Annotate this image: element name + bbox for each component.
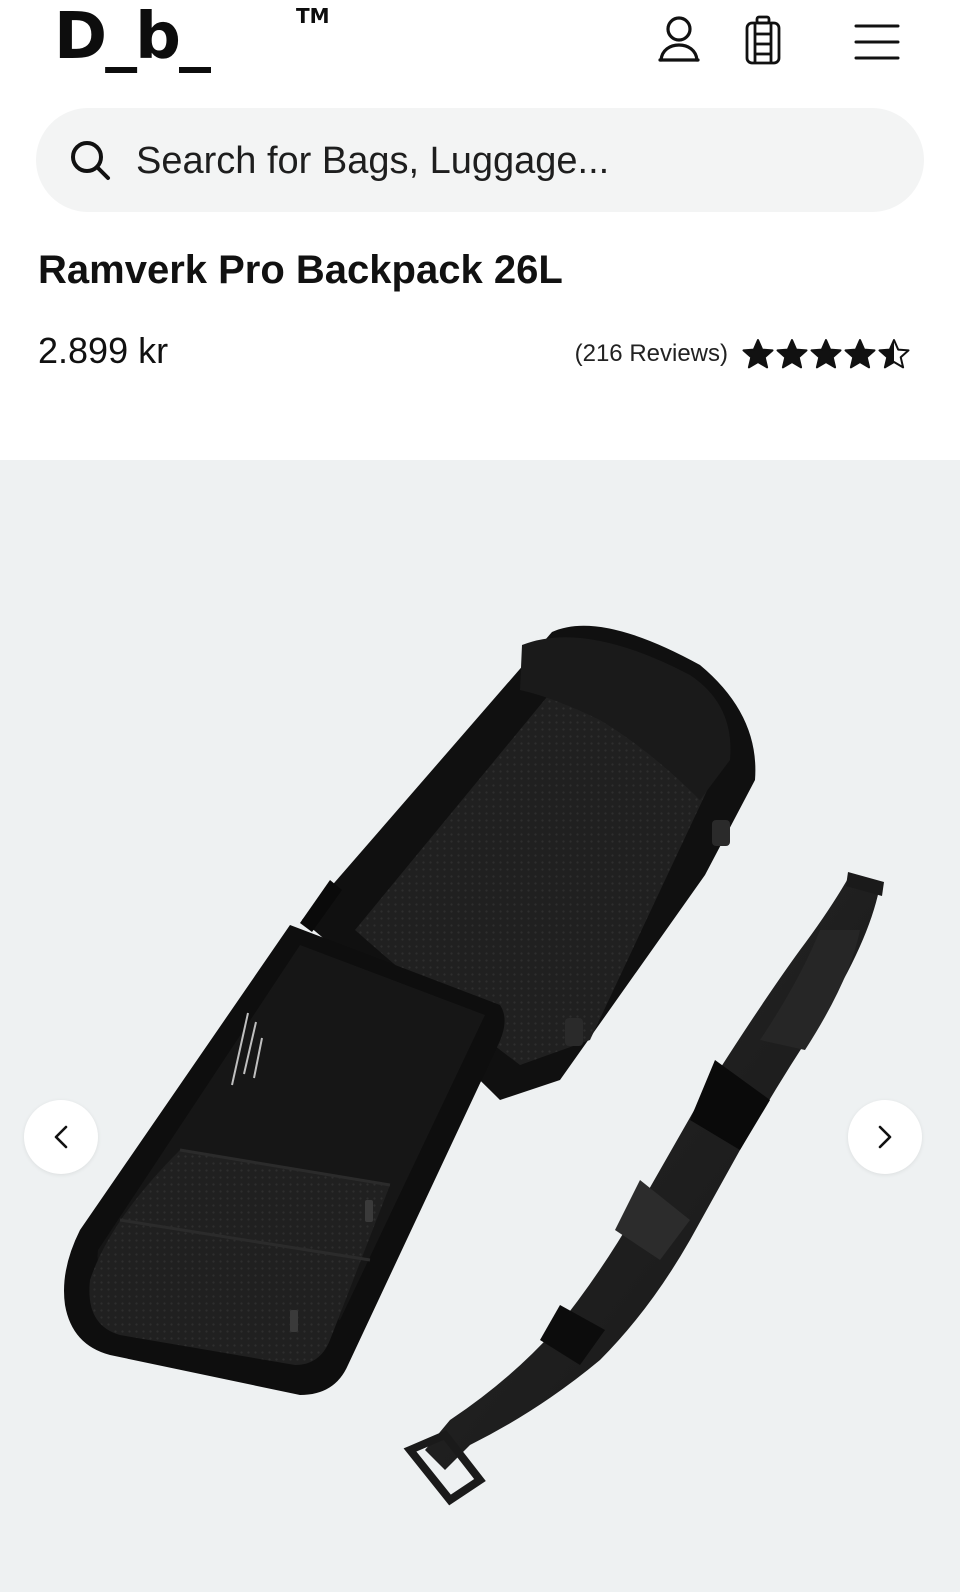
star-half-icon — [878, 339, 910, 369]
product-price: 2.899 kr — [38, 330, 169, 371]
search-input[interactable] — [134, 132, 878, 190]
star-full-icon — [810, 339, 842, 369]
menu-icon[interactable] — [852, 14, 902, 66]
star-full-icon — [776, 339, 808, 369]
search-icon — [71, 141, 110, 180]
star-rating — [742, 338, 910, 370]
site-header: D_b_ TM — [0, 0, 960, 100]
product-gallery — [0, 460, 960, 1592]
brand-logo-text: D_b_ — [54, 0, 211, 74]
gallery-next-button[interactable] — [848, 1100, 922, 1174]
star-full-icon — [844, 339, 876, 369]
brand-logo[interactable]: D_b_ TM — [54, 0, 330, 78]
rating-summary[interactable]: (216 Reviews) — [575, 336, 910, 372]
gallery-prev-button[interactable] — [24, 1100, 98, 1174]
review-count[interactable]: (216 Reviews) — [575, 340, 728, 368]
chevron-left-icon — [54, 1125, 68, 1149]
product-image — [64, 625, 884, 1506]
product-title: Ramverk Pro Backpack 26L — [38, 248, 563, 292]
star-full-icon — [742, 339, 774, 369]
backpack-icon[interactable] — [738, 14, 788, 66]
account-icon[interactable] — [654, 14, 704, 66]
trademark-mark: TM — [296, 4, 330, 28]
chevron-right-icon — [878, 1125, 892, 1149]
backpack-front-flap — [64, 925, 505, 1395]
search-bar[interactable] — [36, 108, 924, 212]
